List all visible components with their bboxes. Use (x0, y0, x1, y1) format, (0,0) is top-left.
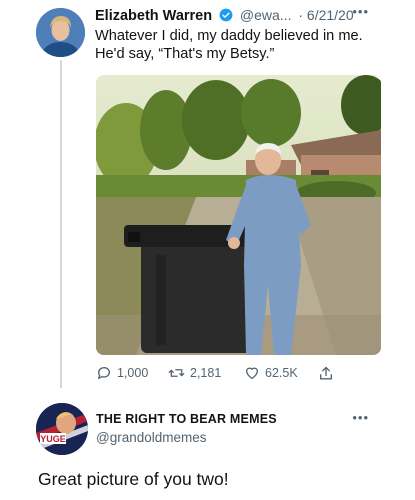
avatar-image (36, 8, 85, 57)
retweet-count: 2,181 (190, 366, 222, 380)
reply-text: Great picture of you two! (38, 469, 229, 489)
reply-author-handle[interactable]: @grandoldmemes (96, 430, 207, 445)
share-button[interactable] (318, 365, 334, 382)
share-icon (318, 365, 334, 382)
retweet-button[interactable]: 2,181 (168, 365, 221, 381)
reply-avatar-image: YUGE (36, 403, 88, 455)
heart-icon (244, 365, 260, 381)
retweet-icon (168, 365, 185, 381)
author-avatar[interactable] (36, 8, 85, 57)
tweet-text-line: Whatever I did, my daddy believed in me. (95, 28, 363, 44)
tweet-text: Whatever I did, my daddy believed in me.… (95, 27, 395, 63)
tweet-text-line: He'd say, “That's my Betsy.” (95, 46, 275, 62)
like-button[interactable]: 62.5K (244, 365, 298, 381)
reply-more-options-icon[interactable]: ••• (352, 410, 369, 425)
avatar-lettering: YUGE (40, 434, 66, 444)
tweet-action-bar: 1,000 2,181 62.5K (96, 365, 381, 385)
tweet-header: Elizabeth Warren @ewa... · 6/21/20 (95, 7, 395, 27)
photo-image (96, 75, 381, 355)
author-name[interactable]: Elizabeth Warren (95, 8, 212, 24)
like-count: 62.5K (265, 366, 298, 380)
tweet-photo[interactable] (96, 75, 381, 355)
verified-badge-icon (219, 8, 233, 25)
author-handle[interactable]: @ewa... (240, 7, 292, 23)
reply-icon (96, 365, 112, 381)
reply-author-avatar[interactable]: YUGE (36, 403, 88, 455)
more-options-icon[interactable]: ••• (352, 4, 369, 19)
reply-count: 1,000 (117, 366, 149, 380)
thread-connector-line (60, 60, 62, 388)
reply-author-name[interactable]: THE RIGHT TO BEAR MEMES (96, 412, 277, 426)
reply-button[interactable]: 1,000 (96, 365, 148, 381)
tweet-date[interactable]: · 6/21/20 (298, 7, 353, 23)
